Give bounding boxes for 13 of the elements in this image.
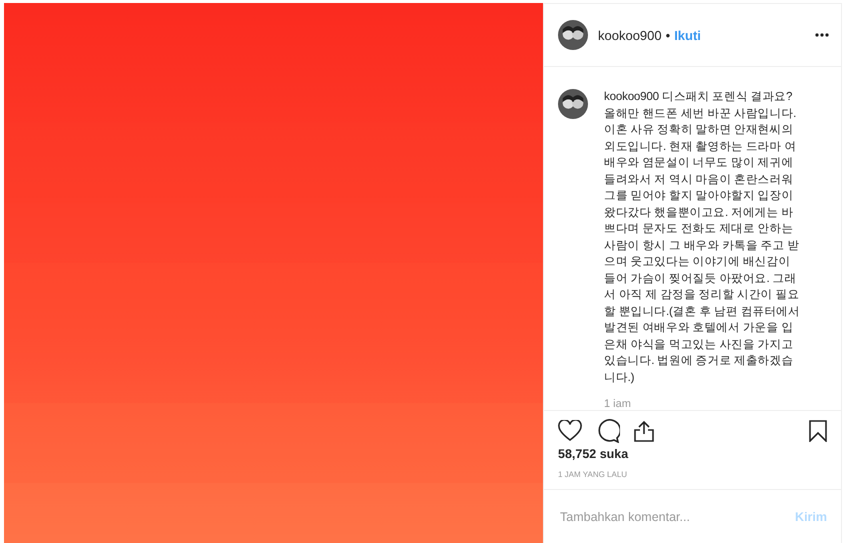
bookmark-icon[interactable] (809, 420, 827, 442)
comment-icon[interactable] (596, 419, 620, 443)
caption-time: 1 iam (604, 398, 632, 410)
share-icon[interactable] (634, 420, 654, 442)
caption-text: kookoo900 디스패치 포렌식 결과요? 올해만 핸드폰 세번 바꾼 사람입니다. 이혼 사유 정확히 말하면 안재현씨의 외도입니다. 현재 촬영하는 드라마 여배우와 염문설이 너무도 많이 제귀에 들려와서 저 역시 마음이 혼란스러워 그를 믿어야 할지 말아야할지 입장이 왔다갔다 했을뿐이고요. 저에게는 바쁘다며 문자도 전화도 제대로 안하는 사람이 항시 그 배우와 카톡을 주고 받으며 웃고있다는 이야기에 배신감이 들어 가슴이 찢어질듯 아팠어요. 그래서 아직 제 감정을 정리할 시간이 필요할 뿐입니다.(결혼 후 남편 컴퓨터에서 발견된 여배우와 호텔에서 가운을 입은채 야식을 먹고있는 사진을 가지고 있습니다. 법원에 증거로 제출하겠습니다.) (604, 89, 801, 386)
post-time: 1 JAM YANG LALU (557, 469, 628, 481)
heart-icon[interactable] (558, 420, 582, 442)
likes-count[interactable]: 58,752 suka (544, 443, 841, 461)
more-options-icon[interactable] (815, 33, 829, 37)
username-link[interactable]: kookoo900 (598, 28, 662, 42)
separator-dot: • (666, 28, 670, 42)
avatar-icon[interactable] (558, 89, 588, 119)
avatar-icon[interactable] (558, 20, 588, 50)
